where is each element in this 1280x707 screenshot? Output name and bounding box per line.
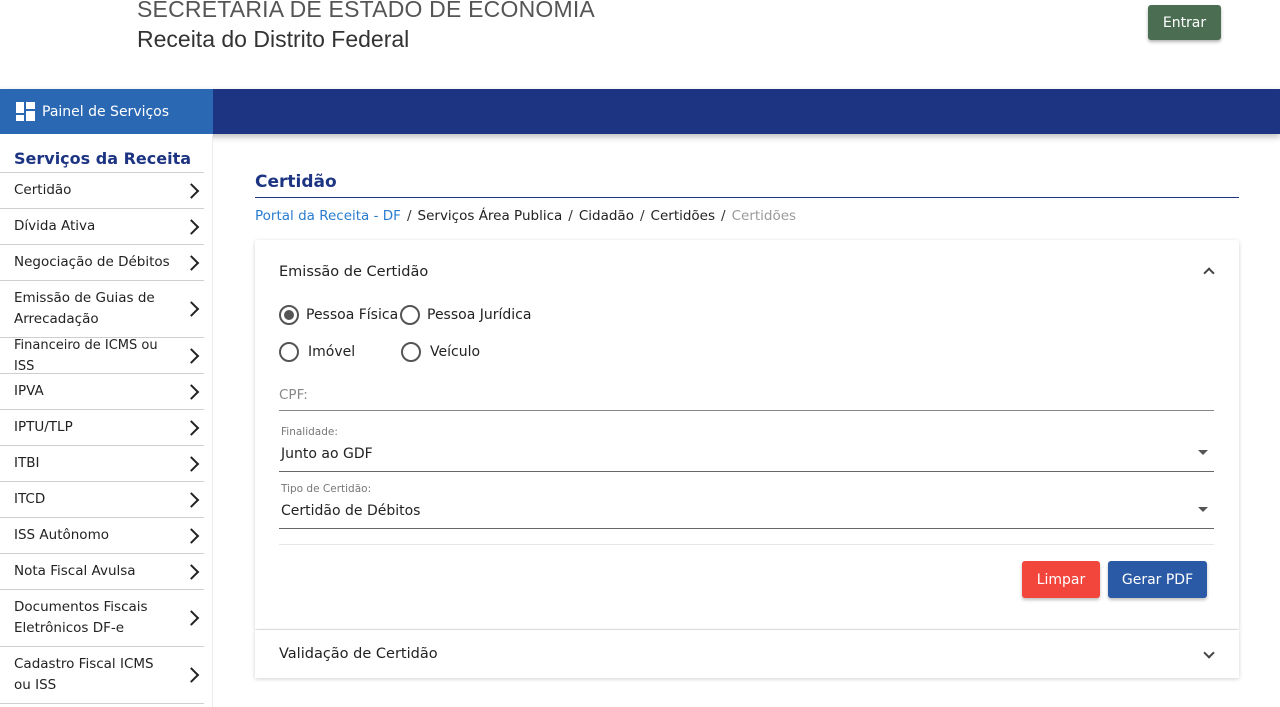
sidebar-item-label: IPTU/TLP [14, 419, 73, 435]
radio-imovel[interactable]: Imóvel [279, 342, 355, 362]
sidebar-item-documentos-fiscais[interactable]: Documentos Fiscais Eletrônicos DF-e [0, 590, 204, 647]
panel-divider [279, 544, 1214, 545]
sidebar-item-label: Documentos Fiscais Eletrônicos DF-e [14, 599, 148, 636]
sidebar-list: Certidão Dívida Ativa Negociação de Débi… [0, 172, 204, 704]
sidebar-item-negociacao-debitos[interactable]: Negociação de Débitos [0, 245, 204, 281]
validacao-certidao-panel[interactable]: Validação de Certidão [255, 630, 1239, 678]
chevron-right-icon [183, 347, 200, 364]
clear-button[interactable]: Limpar [1022, 561, 1100, 598]
sidebar-item-itcd[interactable]: ITCD [0, 482, 204, 518]
radio-unchecked-icon [279, 342, 299, 362]
radio-unchecked-icon [401, 342, 421, 362]
cpf-input[interactable] [279, 380, 1214, 411]
chevron-down-icon [1203, 647, 1215, 659]
sidebar-item-label: Certidão [14, 182, 72, 198]
radio-pessoa-fisica[interactable]: Pessoa Física [279, 305, 398, 325]
tipo-certidao-caption: Tipo de Certidão: [281, 483, 372, 495]
breadcrumb-cidadao-link[interactable]: Cidadão [579, 208, 634, 224]
emissao-panel-title: Emissão de Certidão [279, 264, 429, 280]
sidebar-item-label: Financeiro de ICMS ou ISS [14, 337, 158, 374]
breadcrumb-separator: / [721, 208, 726, 224]
tipo-certidao-value: Certidão de Débitos [281, 503, 421, 519]
tipo-certidao-select[interactable]: Tipo de Certidão: Certidão de Débitos [279, 483, 1214, 529]
radio-label: Veículo [430, 344, 481, 360]
chevron-right-icon [183, 419, 200, 436]
breadcrumb-area-link[interactable]: Serviços Área Publica [418, 208, 563, 224]
chevron-right-icon [183, 383, 200, 400]
chevron-up-icon [1203, 267, 1215, 279]
sidebar-item-label: IPVA [14, 383, 44, 399]
sidebar: Serviços da Receita Certidão Dívida Ativ… [0, 134, 213, 707]
chevron-right-icon [183, 527, 200, 544]
page-title: Certidão [255, 172, 337, 192]
chevron-right-icon [183, 254, 200, 271]
sidebar-item-label: ISS Autônomo [14, 527, 109, 543]
sidebar-item-label: Negociação de Débitos [14, 254, 170, 270]
sidebar-item-cadastro-fiscal[interactable]: Cadastro Fiscal ICMS ou ISS [0, 647, 204, 704]
emissao-panel-header[interactable]: Emissão de Certidão [255, 240, 1239, 302]
chevron-right-icon [183, 667, 200, 683]
chevron-right-icon [183, 218, 200, 235]
breadcrumb-separator: / [568, 208, 573, 224]
breadcrumb-current: Certidões [731, 208, 797, 224]
services-panel-button[interactable]: Painel de Serviços [0, 89, 213, 134]
org-subtitle: Receita do Distrito Federal [137, 26, 410, 52]
sidebar-item-emissao-guias[interactable]: Emissão de Guias de Arrecadação [0, 281, 204, 338]
sidebar-item-label: Nota Fiscal Avulsa [14, 563, 136, 579]
sidebar-item-label: Dívida Ativa [14, 218, 96, 234]
chevron-right-icon [183, 301, 200, 317]
finalidade-caption: Finalidade: [281, 426, 338, 438]
chevron-right-icon [183, 610, 200, 626]
sidebar-item-certidao[interactable]: Certidão [0, 173, 204, 209]
sidebar-item-divida-ativa[interactable]: Dívida Ativa [0, 209, 204, 245]
sidebar-item-financeiro-icms-iss[interactable]: Financeiro de ICMS ou ISS [0, 338, 204, 374]
chevron-right-icon [183, 455, 200, 472]
generate-pdf-button[interactable]: Gerar PDF [1108, 561, 1207, 598]
services-panel-label: Painel de Serviços [42, 103, 170, 120]
radio-pessoa-juridica[interactable]: Pessoa Jurídica [400, 305, 531, 325]
breadcrumb-separator: / [639, 208, 645, 224]
org-name: SECRETARIA DE ESTADO DE ECONOMIA [137, 0, 595, 22]
radio-label: Pessoa Física [306, 307, 399, 323]
breadcrumb-certidoes-link[interactable]: Certidões [651, 208, 716, 224]
top-header: SECRETARIA DE ESTADO DE ECONOMIA Receita… [0, 0, 1280, 89]
emissao-certidao-panel: Emissão de Certidão Pessoa Física Pessoa… [255, 240, 1239, 629]
sidebar-item-label: ITBI [14, 455, 40, 471]
sidebar-item-ipva[interactable]: IPVA [0, 374, 204, 410]
sidebar-item-label: Cadastro Fiscal ICMS ou ISS [14, 656, 154, 693]
breadcrumb-portal-link[interactable]: Portal da Receita - DF [255, 208, 401, 224]
caret-down-icon [1198, 450, 1208, 455]
grid-icon [16, 102, 35, 121]
breadcrumb: Portal da Receita - DF / Serviços Área Pub… [255, 208, 796, 224]
sidebar-item-iss-autonomo[interactable]: ISS Autônomo [0, 518, 204, 554]
validacao-panel-title: Validação de Certidão [279, 646, 438, 662]
finalidade-value: Junto ao GDF [281, 446, 373, 462]
chevron-right-icon [183, 182, 200, 199]
login-button[interactable]: Entrar [1148, 5, 1221, 40]
sidebar-item-itbi[interactable]: ITBI [0, 446, 204, 482]
radio-veiculo[interactable]: Veículo [401, 342, 480, 362]
radio-label: Imóvel [308, 344, 356, 360]
sidebar-item-label: Emissão de Guias de Arrecadação [14, 290, 155, 327]
caret-down-icon [1198, 507, 1208, 512]
sidebar-title: Serviços da Receita [14, 149, 192, 168]
chevron-right-icon [183, 491, 200, 508]
finalidade-select[interactable]: Finalidade: Junto ao GDF [279, 426, 1214, 472]
sidebar-item-label: ITCD [14, 491, 46, 507]
title-divider [255, 197, 1239, 198]
radio-unchecked-icon [400, 305, 420, 325]
breadcrumb-separator: / [406, 208, 412, 224]
sidebar-item-iptu-tlp[interactable]: IPTU/TLP [0, 410, 204, 446]
radio-label: Pessoa Jurídica [427, 307, 532, 323]
chevron-right-icon [183, 563, 200, 580]
nav-bar: Painel de Serviços [0, 89, 1280, 134]
radio-checked-icon [279, 305, 299, 325]
sidebar-item-nota-fiscal-avulsa[interactable]: Nota Fiscal Avulsa [0, 554, 204, 590]
